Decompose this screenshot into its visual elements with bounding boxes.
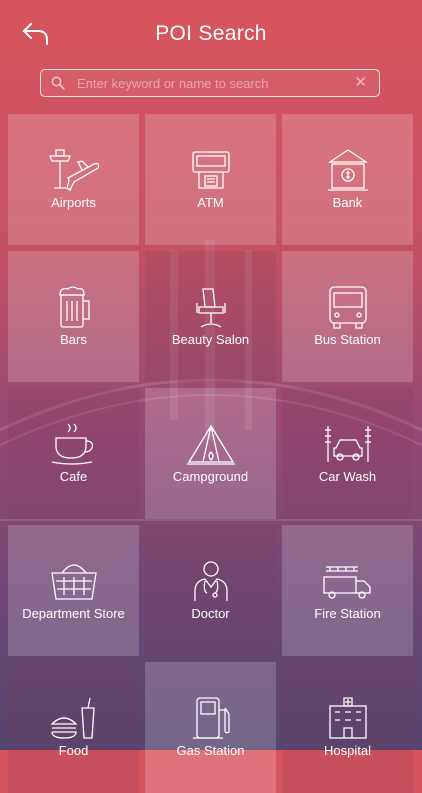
category-tile-bars[interactable]: Bars (8, 251, 139, 382)
category-label: Beauty Salon (171, 332, 250, 347)
category-tile-gas-station[interactable]: Gas Station (145, 662, 276, 793)
category-tile-car-wash[interactable]: Car Wash (282, 388, 413, 519)
category-tile-atm[interactable]: ATM (145, 114, 276, 245)
category-label: Hospital (324, 743, 371, 758)
category-tile-beauty-salon[interactable]: Beauty Salon (145, 251, 276, 382)
beer-mug-icon (58, 286, 90, 328)
fast-food-icon (49, 697, 95, 739)
category-tile-cafe[interactable]: Cafe (8, 388, 139, 519)
category-label: Bars (60, 332, 87, 347)
category-grid: Airports ATM Bank Bars Beauty Salon Bus … (8, 114, 414, 793)
clear-icon[interactable]: ✕ (354, 73, 367, 91)
search-input[interactable] (75, 70, 349, 97)
doctor-icon (193, 561, 228, 601)
salon-chair-icon (195, 288, 226, 328)
category-label: Department Store (22, 606, 125, 621)
category-label: Fire Station (314, 606, 381, 621)
search-bar[interactable]: ✕ (40, 69, 380, 97)
category-tile-food[interactable]: Food (8, 662, 139, 793)
category-tile-campground[interactable]: Campground (145, 388, 276, 519)
category-label: Bank (332, 195, 363, 210)
tent-icon (186, 424, 235, 465)
shopping-basket-icon (50, 564, 97, 600)
coffee-cup-icon (51, 423, 93, 465)
category-tile-airports[interactable]: Airports (8, 114, 139, 245)
category-label: Doctor (191, 606, 230, 621)
category-label: Airports (51, 195, 96, 210)
category-label: Food (58, 743, 89, 758)
hospital-icon (328, 697, 367, 739)
gas-pump-icon (192, 697, 230, 739)
page-title: POI Search (155, 22, 267, 45)
category-tile-bank[interactable]: Bank (282, 114, 413, 245)
category-label: Car Wash (318, 469, 377, 484)
category-label: ATM (197, 195, 224, 210)
category-tile-bus-station[interactable]: Bus Station (282, 251, 413, 382)
category-tile-hospital[interactable]: Hospital (282, 662, 413, 793)
search-icon (51, 76, 65, 90)
airport-icon (48, 149, 99, 191)
atm-icon (191, 151, 230, 189)
category-tile-fire-station[interactable]: Fire Station (282, 525, 413, 656)
category-tile-doctor[interactable]: Doctor (145, 525, 276, 656)
bank-icon (327, 149, 368, 191)
category-label: Campground (172, 469, 249, 484)
category-label: Gas Station (176, 743, 245, 758)
car-wash-icon (324, 426, 371, 462)
category-label: Cafe (59, 469, 88, 484)
category-tile-department-store[interactable]: Department Store (8, 525, 139, 656)
bus-icon (328, 286, 367, 329)
category-label: Bus Station (314, 332, 381, 347)
fire-truck-icon (322, 566, 371, 599)
header: POI Search (0, 0, 422, 66)
